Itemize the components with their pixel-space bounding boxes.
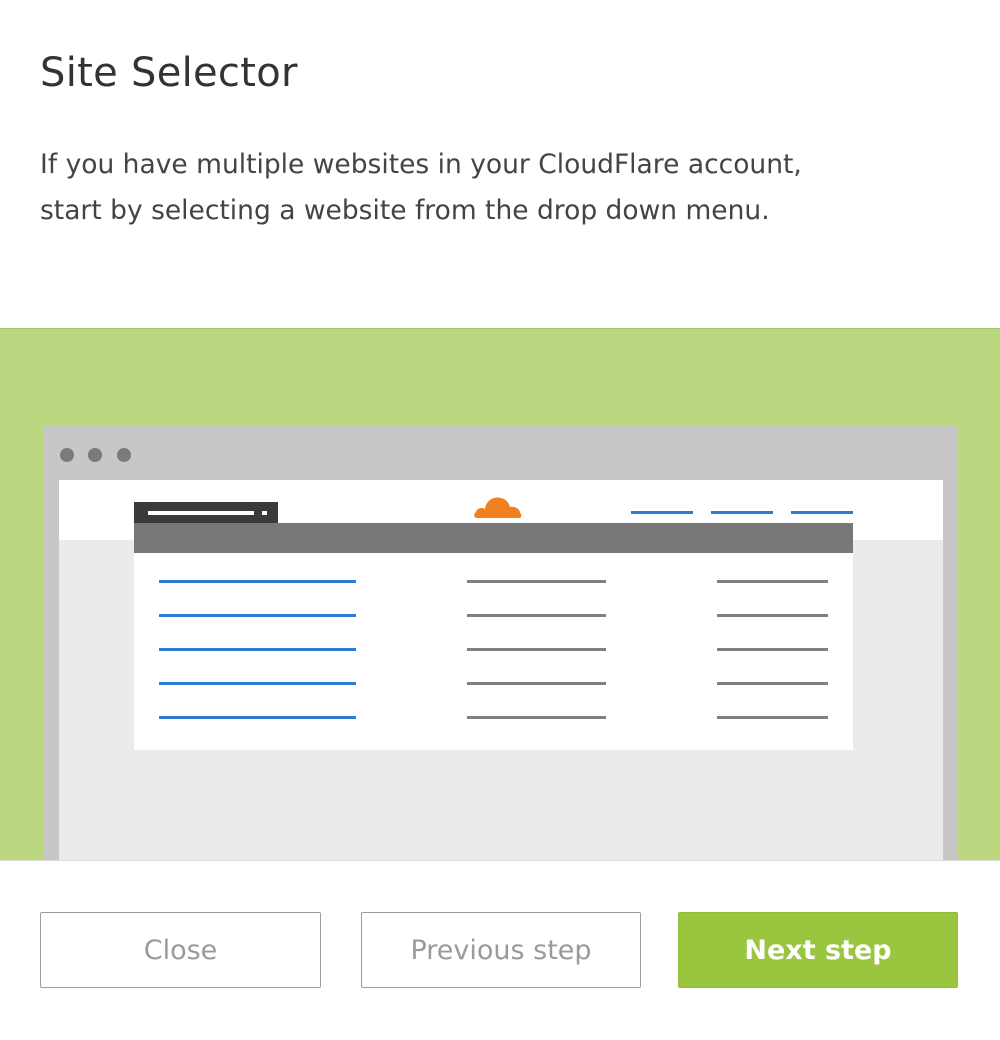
browser-viewport — [59, 480, 943, 861]
dialog-description: If you have multiple websites in your Cl… — [40, 142, 940, 234]
previous-step-button[interactable]: Previous step — [361, 912, 641, 988]
cell-placeholder — [467, 614, 606, 617]
site-name-placeholder — [159, 614, 356, 617]
cell-placeholder — [467, 648, 606, 651]
cell-placeholder — [467, 682, 606, 685]
table-row — [134, 648, 853, 652]
nav-link-placeholder — [711, 511, 773, 514]
window-control-dot-icon — [60, 448, 74, 462]
sites-table-illustration — [134, 523, 853, 750]
description-line-2: start by selecting a website from the dr… — [40, 195, 770, 226]
description-line-1: If you have multiple websites in your Cl… — [40, 149, 802, 180]
nav-link-placeholder — [791, 511, 853, 514]
dialog-title: Site Selector — [40, 50, 298, 96]
cell-placeholder — [717, 614, 828, 617]
table-row — [134, 716, 853, 720]
footer-divider — [0, 860, 1000, 861]
dropdown-text-placeholder — [148, 511, 254, 515]
site-dropdown-illustration — [134, 502, 278, 524]
site-selector-dialog: Site Selector If you have multiple websi… — [0, 0, 1000, 1040]
table-row — [134, 614, 853, 618]
nav-link-placeholder — [631, 511, 693, 514]
site-name-placeholder — [159, 716, 356, 719]
dropdown-caret-icon — [262, 511, 267, 515]
site-name-placeholder — [159, 682, 356, 685]
close-button[interactable]: Close — [40, 912, 321, 988]
table-row — [134, 682, 853, 686]
site-name-placeholder — [159, 648, 356, 651]
cell-placeholder — [717, 682, 828, 685]
window-control-dot-icon — [117, 448, 131, 462]
cloudflare-cloud-icon — [474, 497, 522, 518]
window-control-dot-icon — [88, 448, 102, 462]
site-selector-illustration — [0, 328, 1000, 861]
cell-placeholder — [717, 716, 828, 719]
table-row — [134, 580, 853, 584]
cell-placeholder — [467, 716, 606, 719]
cell-placeholder — [717, 580, 828, 583]
next-step-button[interactable]: Next step — [678, 912, 958, 988]
cell-placeholder — [467, 580, 606, 583]
browser-window-illustration — [44, 426, 958, 861]
cell-placeholder — [717, 648, 828, 651]
table-header-bar — [134, 523, 853, 553]
site-name-placeholder — [159, 580, 356, 583]
